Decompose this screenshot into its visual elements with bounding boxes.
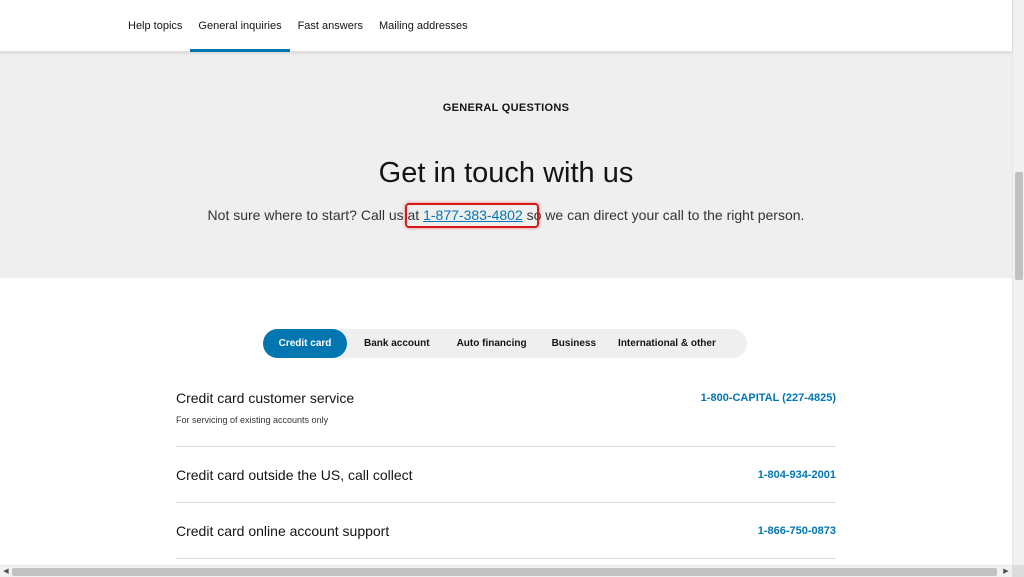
left-arrow-icon[interactable]: ◀ xyxy=(0,566,12,577)
contact-note: For servicing of existing accounts only xyxy=(176,415,329,425)
segment-credit-card[interactable]: Credit card xyxy=(263,329,347,358)
segment-auto-financing[interactable]: Auto financing xyxy=(444,329,539,358)
hero-section: GENERAL QUESTIONS Get in touch with us N… xyxy=(0,52,1012,278)
page-title: Get in touch with us xyxy=(378,157,634,189)
product-segmented-control: Credit card Bank account Auto financing … xyxy=(263,329,747,358)
subtitle-trailing-text: so we can direct your call to the right … xyxy=(522,207,805,223)
top-navigation: Help topics General inquiries Fast answe… xyxy=(0,0,1012,52)
tab-fast-answers[interactable]: Fast answers xyxy=(290,0,371,52)
contact-phone-link[interactable]: 1-804-934-2001 xyxy=(758,469,836,481)
segment-international-other[interactable]: International & other xyxy=(609,329,725,358)
contact-title: Credit card online account support xyxy=(176,523,390,539)
annotation-highlight-box xyxy=(405,203,539,228)
contact-list: Credit card customer service For servici… xyxy=(176,378,836,559)
vertical-scroll-thumb[interactable] xyxy=(1015,172,1023,280)
tab-general-inquiries[interactable]: General inquiries xyxy=(190,0,290,52)
right-arrow-icon[interactable]: ▶ xyxy=(1000,566,1012,577)
list-item: Credit card online account support 1-866… xyxy=(176,503,836,559)
contact-phone-link[interactable]: 1-866-750-0873 xyxy=(758,525,836,537)
nav-tabs: Help topics General inquiries Fast answe… xyxy=(120,0,476,52)
section-eyebrow: GENERAL QUESTIONS xyxy=(442,102,570,114)
list-item: Credit card outside the US, call collect… xyxy=(176,447,836,503)
list-item: Credit card customer service For servici… xyxy=(176,378,836,447)
contact-title: Credit card outside the US, call collect xyxy=(176,467,413,483)
segment-business[interactable]: Business xyxy=(539,329,609,358)
vertical-scrollbar[interactable] xyxy=(1012,0,1024,565)
tab-help-topics[interactable]: Help topics xyxy=(120,0,190,52)
tab-mailing-addresses[interactable]: Mailing addresses xyxy=(371,0,476,52)
contact-phone-link[interactable]: 1-800-CAPITAL (227-4825) xyxy=(701,392,836,404)
subtitle-lead-text: Not sure where to start? Call us at xyxy=(207,207,424,223)
segment-bank-account[interactable]: Bank account xyxy=(352,329,444,358)
scrollbar-corner xyxy=(1012,565,1024,577)
horizontal-scroll-thumb[interactable] xyxy=(12,568,997,576)
horizontal-scrollbar[interactable]: ◀ ▶ xyxy=(0,565,1012,577)
